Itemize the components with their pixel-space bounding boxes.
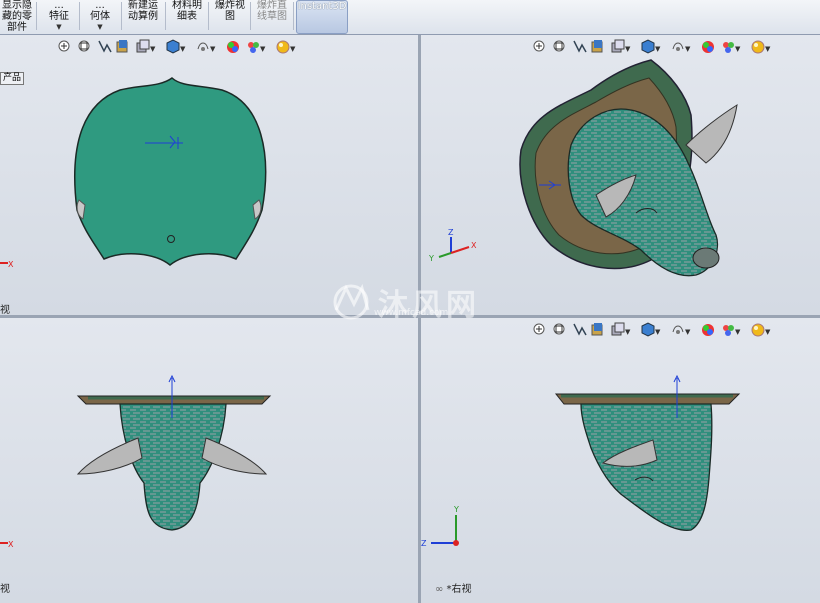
right-ear [685,103,738,164]
triad-x-label: X [8,540,14,549]
ribbon-separator [165,2,166,30]
viewport-top-right[interactable]: ▼ ▼ ▼ ▼ ▼ Z X Y [421,35,820,315]
right-view-model: Y Z [421,374,741,548]
viewport-bottom-left[interactable]: X 视 [0,318,418,603]
triad-z-label: Z [448,228,454,237]
top-view-model: X [0,374,272,549]
features-button[interactable]: ... 特征 ▼ [40,0,78,33]
triad-y-label: Y [428,254,434,263]
explode-line-sketch-button[interactable]: 爆炸直 线草图 [252,0,292,33]
right-ear [201,437,268,475]
view-label: ∞ *右视 [435,580,472,595]
ribbon-separator [208,2,209,30]
plaque-shape [74,77,267,266]
watermark-logo-icon [333,283,370,320]
pig-head [119,403,227,531]
viewport-bottom-right[interactable]: ▼ ▼ ▼ ▼ ▼ Y Z ∞ *右视 [421,318,820,603]
ribbon-separator [121,2,122,30]
reference-geometry-button[interactable]: ... 何体 ▼ [82,0,118,33]
view-label: 视 [0,584,10,595]
triad-x-label: X [8,260,14,269]
exploded-view-button[interactable]: 爆炸视 图 [211,0,249,33]
link-views-icon[interactable]: ∞ [435,584,443,595]
triad-y-label: Y [453,505,459,514]
triad-x-label: X [471,241,477,250]
feature-tree-tab[interactable]: 产品 [0,72,25,85]
ribbon-separator [36,2,37,30]
chevron-down-icon: ▼ [97,23,103,31]
ribbon-separator [250,2,251,30]
view-name: *右视 [446,584,472,595]
ribbon-separator [79,2,80,30]
ribbon-separator [293,2,294,30]
new-motion-study-button[interactable]: 新建运 动算例 [124,0,162,33]
isometric-view-model: Z X Y [428,59,738,277]
view-label: 视 [0,305,10,315]
viewport-top-left[interactable]: ▼ ▼ ▼ ▼ ▼ X 视 产品 [0,35,418,315]
front-view-model: X [0,77,267,269]
triad: Y Z [421,505,459,548]
watermark-url: www.mfcad.com [374,308,449,318]
snout [692,247,720,269]
left-ear [76,437,143,475]
triad: Z X Y [428,228,477,263]
command-ribbon: 显示隐 藏的零 部件 ... 特征 ▼ ... 何体 ▼ 新建运 动算例 材料明 细… [0,0,820,35]
show-hidden-components-button[interactable]: 显示隐 藏的零 部件 [0,0,34,33]
watermark: 沐风网 www.mfcad.com [328,278,498,324]
chevron-down-icon: ▼ [56,23,62,31]
instant3d-button[interactable]: Instant3D [296,0,348,34]
bill-of-materials-button[interactable]: 材料明 细表 [168,0,206,33]
triad-z-label: Z [421,539,427,548]
pig-head [580,403,713,531]
